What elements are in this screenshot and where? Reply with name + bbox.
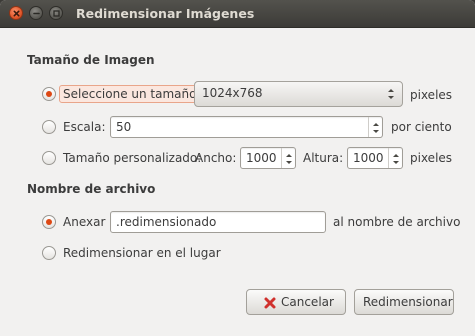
preset-size-combo[interactable]: 1024x768 (194, 81, 403, 107)
scale-spin-field[interactable]: 50 (110, 116, 383, 138)
close-icon (13, 10, 20, 17)
chevron-up-icon[interactable] (285, 151, 293, 159)
scale-label[interactable]: Escala: (63, 120, 106, 134)
preset-size-label[interactable]: Seleccione un tamaño: (59, 85, 205, 103)
custom-size-radio[interactable] (42, 151, 56, 165)
chevron-down-icon[interactable] (285, 159, 293, 167)
titlebar: Redimensionar Imágenes (0, 0, 475, 28)
chevron-up-icon[interactable] (392, 151, 400, 159)
updown-arrow-icon (388, 89, 394, 99)
resize-images-dialog: Redimensionar Imágenes Tamaño de Imagen … (0, 0, 475, 336)
append-radio[interactable] (42, 215, 56, 229)
preset-size-value: 1024x768 (202, 86, 263, 100)
scale-unit-label: por ciento (391, 120, 452, 134)
maximize-window-button[interactable] (49, 6, 63, 20)
chevron-up-icon[interactable] (372, 120, 380, 128)
height-spin-field[interactable]: 1000 (347, 147, 403, 169)
minimize-window-button[interactable] (29, 6, 43, 20)
height-stepper[interactable] (388, 148, 402, 168)
window-title: Redimensionar Imágenes (76, 6, 255, 21)
width-value: 1000 (246, 151, 277, 165)
resize-inplace-radio[interactable] (42, 246, 56, 260)
preset-unit-label: pixeles (410, 88, 453, 102)
maximize-icon (53, 10, 60, 17)
chevron-down-icon[interactable] (392, 159, 400, 167)
width-spin-field[interactable]: 1000 (240, 147, 296, 169)
width-label: Ancho: (195, 151, 237, 165)
image-size-heading: Tamaño de Imagen (27, 53, 155, 67)
resize-button-label: Redimensionar (363, 295, 453, 309)
append-label[interactable]: Anexar (63, 215, 105, 229)
scale-stepper[interactable] (368, 117, 382, 137)
scale-radio[interactable] (42, 120, 56, 134)
custom-unit-label: pixeles (410, 151, 453, 165)
scale-value: 50 (116, 120, 132, 134)
minimize-icon (33, 12, 40, 15)
width-stepper[interactable] (281, 148, 295, 168)
filename-heading: Nombre de archivo (27, 182, 156, 196)
cancel-button[interactable]: Cancelar (246, 289, 346, 315)
close-window-button[interactable] (9, 6, 23, 20)
resize-button[interactable]: Redimensionar (354, 289, 454, 315)
custom-size-label[interactable]: Tamaño personalizado: (63, 151, 201, 165)
append-suffix-input[interactable]: .redimensionado (110, 211, 326, 233)
append-suffix-label: al nombre de archivo (333, 215, 461, 229)
cancel-x-icon (264, 297, 276, 309)
cancel-button-label: Cancelar (281, 295, 334, 309)
height-value: 1000 (353, 151, 384, 165)
preset-size-radio[interactable] (42, 87, 56, 101)
resize-inplace-label[interactable]: Redimensionar en el lugar (63, 246, 221, 260)
chevron-down-icon[interactable] (372, 128, 380, 136)
height-label: Altura: (303, 151, 344, 165)
append-suffix-value: .redimensionado (116, 215, 217, 229)
